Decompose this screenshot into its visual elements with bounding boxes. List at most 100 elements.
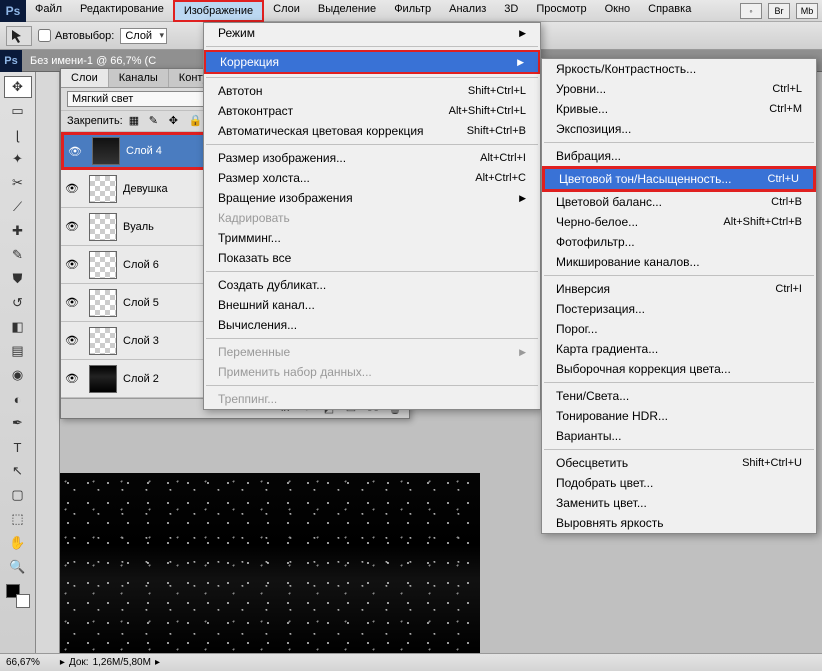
autoselect-check[interactable]: Автовыбор: bbox=[38, 29, 114, 42]
menu-item[interactable]: Уровни...Ctrl+L bbox=[542, 79, 816, 99]
menu-item[interactable]: Режим▶ bbox=[204, 23, 540, 43]
layer-thumb[interactable] bbox=[89, 213, 117, 241]
menu-изображение[interactable]: Изображение bbox=[173, 0, 264, 22]
tool-crop[interactable]: ✂ bbox=[4, 172, 32, 194]
layer-thumb[interactable] bbox=[89, 175, 117, 203]
menu-3d[interactable]: 3D bbox=[495, 0, 527, 22]
visibility-eye-icon[interactable]: 👁 bbox=[64, 145, 86, 158]
menu-item[interactable]: Вычисления... bbox=[204, 315, 540, 335]
menu-item[interactable]: Кривые...Ctrl+M bbox=[542, 99, 816, 119]
tool-type[interactable]: T bbox=[4, 436, 32, 458]
tool-gradient[interactable]: ▤ bbox=[4, 340, 32, 362]
menu-просмотр[interactable]: Просмотр bbox=[527, 0, 595, 22]
menu-слои[interactable]: Слои bbox=[264, 0, 309, 22]
menu-item[interactable]: Автоматическая цветовая коррекцияShift+C… bbox=[204, 121, 540, 141]
menu-item[interactable]: Черно-белое...Alt+Shift+Ctrl+B bbox=[542, 212, 816, 232]
autoselect-select[interactable]: Слой bbox=[120, 28, 167, 44]
menu-item[interactable]: Цветовой баланс...Ctrl+B bbox=[542, 192, 816, 212]
menu-файл[interactable]: Файл bbox=[26, 0, 71, 22]
autoselect-checkbox[interactable] bbox=[38, 29, 51, 42]
visibility-eye-icon[interactable]: 👁 bbox=[61, 334, 83, 347]
layer-thumb[interactable] bbox=[89, 365, 117, 393]
menu-item[interactable]: Вибрация... bbox=[542, 146, 816, 166]
submenu-arrow-icon: ▶ bbox=[517, 57, 524, 68]
menu-item[interactable]: Внешний канал... bbox=[204, 295, 540, 315]
panel-tab-1[interactable]: Каналы bbox=[109, 69, 169, 87]
menu-shortcut: Ctrl+U bbox=[768, 173, 799, 185]
menu-item[interactable]: Размер изображения...Alt+Ctrl+I bbox=[204, 148, 540, 168]
lock-paint-icon[interactable]: ✎ bbox=[149, 114, 163, 128]
visibility-eye-icon[interactable]: 👁 bbox=[61, 372, 83, 385]
menu-item[interactable]: Создать дубликат... bbox=[204, 275, 540, 295]
menu-окно[interactable]: Окно bbox=[596, 0, 640, 22]
zoom-level[interactable]: 66,67% bbox=[6, 657, 40, 668]
lock-all-icon[interactable]: 🔒 bbox=[189, 114, 203, 128]
fg-bg-swatch[interactable] bbox=[6, 584, 30, 608]
menu-item[interactable]: ИнверсияCtrl+I bbox=[542, 279, 816, 299]
tool-stamp[interactable]: ⛊ bbox=[4, 268, 32, 290]
tool-path[interactable]: ↖ bbox=[4, 460, 32, 482]
lock-pos-icon[interactable]: ✥ bbox=[169, 114, 183, 128]
menu-анализ[interactable]: Анализ bbox=[440, 0, 495, 22]
menu-item[interactable]: АвтоконтрастAlt+Shift+Ctrl+L bbox=[204, 101, 540, 121]
menu-item[interactable]: ОбесцветитьShift+Ctrl+U bbox=[542, 453, 816, 473]
menu-item[interactable]: Яркость/Контрастность... bbox=[542, 59, 816, 79]
visibility-eye-icon[interactable]: 👁 bbox=[61, 182, 83, 195]
menu-item[interactable]: Фотофильтр... bbox=[542, 232, 816, 252]
menu-выделение[interactable]: Выделение bbox=[309, 0, 385, 22]
menu-фильтр[interactable]: Фильтр bbox=[385, 0, 440, 22]
tool-brush[interactable]: ✎ bbox=[4, 244, 32, 266]
tool-preset[interactable] bbox=[6, 26, 32, 46]
menu-item[interactable]: Микширование каналов... bbox=[542, 252, 816, 272]
menu-item[interactable]: Порог... bbox=[542, 319, 816, 339]
visibility-eye-icon[interactable]: 👁 bbox=[61, 258, 83, 271]
visibility-eye-icon[interactable]: 👁 bbox=[61, 220, 83, 233]
lock-trans-icon[interactable]: ▦ bbox=[129, 114, 143, 128]
visibility-eye-icon[interactable]: 👁 bbox=[61, 296, 83, 309]
tool-shape[interactable]: ▢ bbox=[4, 484, 32, 506]
tool-heal[interactable]: ✚ bbox=[4, 220, 32, 242]
menu-item[interactable]: Коррекция▶ bbox=[204, 50, 540, 74]
layer-thumb[interactable] bbox=[89, 251, 117, 279]
tail-icon[interactable]: ◦ bbox=[740, 3, 762, 19]
menu-редактирование[interactable]: Редактирование bbox=[71, 0, 173, 22]
menu-item[interactable]: Экспозиция... bbox=[542, 119, 816, 139]
menu-справка[interactable]: Справка bbox=[639, 0, 700, 22]
menu-item[interactable]: Варианты... bbox=[542, 426, 816, 446]
menu-item[interactable]: Тонирование HDR... bbox=[542, 406, 816, 426]
layer-thumb[interactable] bbox=[89, 289, 117, 317]
tool-history[interactable]: ↺ bbox=[4, 292, 32, 314]
menu-item[interactable]: Карта градиента... bbox=[542, 339, 816, 359]
tool-hand[interactable]: ✋ bbox=[4, 532, 32, 554]
menu-item[interactable]: Тримминг... bbox=[204, 228, 540, 248]
layer-thumb[interactable] bbox=[89, 327, 117, 355]
tool-eraser[interactable]: ◧ bbox=[4, 316, 32, 338]
menu-item[interactable]: Выборочная коррекция цвета... bbox=[542, 359, 816, 379]
panel-tab-0[interactable]: Слои bbox=[61, 69, 109, 87]
tool-eyedrop[interactable]: ⟋ bbox=[4, 196, 32, 218]
menu-item[interactable]: Показать все bbox=[204, 248, 540, 268]
tool-lasso[interactable]: ɭ bbox=[4, 124, 32, 146]
layer-thumb[interactable] bbox=[92, 137, 120, 165]
tool-blur[interactable]: ◉ bbox=[4, 364, 32, 386]
menu-item[interactable]: Размер холста...Alt+Ctrl+C bbox=[204, 168, 540, 188]
tool-3d[interactable]: ⬚ bbox=[4, 508, 32, 530]
tool-marquee[interactable]: ▭ bbox=[4, 100, 32, 122]
tail-minibridge[interactable]: Mb bbox=[796, 3, 818, 19]
menu-item[interactable]: Подобрать цвет... bbox=[542, 473, 816, 493]
tail-bridge[interactable]: Br bbox=[768, 3, 790, 19]
menu-item[interactable]: Постеризация... bbox=[542, 299, 816, 319]
tool-dodge[interactable]: ◐ bbox=[4, 388, 32, 410]
tool-pen[interactable]: ✒ bbox=[4, 412, 32, 434]
menu-item[interactable]: Вращение изображения▶ bbox=[204, 188, 540, 208]
menu-item[interactable]: Цветовой тон/Насыщенность...Ctrl+U bbox=[542, 166, 816, 192]
tool-wand[interactable]: ✦ bbox=[4, 148, 32, 170]
tool-move[interactable]: ✥ bbox=[4, 76, 32, 98]
menu-item[interactable]: Заменить цвет... bbox=[542, 493, 816, 513]
tool-zoom[interactable]: 🔍 bbox=[4, 556, 32, 578]
doc-size[interactable]: ▸ Док: 1,26M/5,80M ▸ bbox=[60, 657, 160, 668]
menu-item-label: Уровни... bbox=[556, 82, 606, 96]
menu-item[interactable]: АвтотонShift+Ctrl+L bbox=[204, 81, 540, 101]
menu-item[interactable]: Тени/Света... bbox=[542, 386, 816, 406]
menu-item[interactable]: Выровнять яркость bbox=[542, 513, 816, 533]
